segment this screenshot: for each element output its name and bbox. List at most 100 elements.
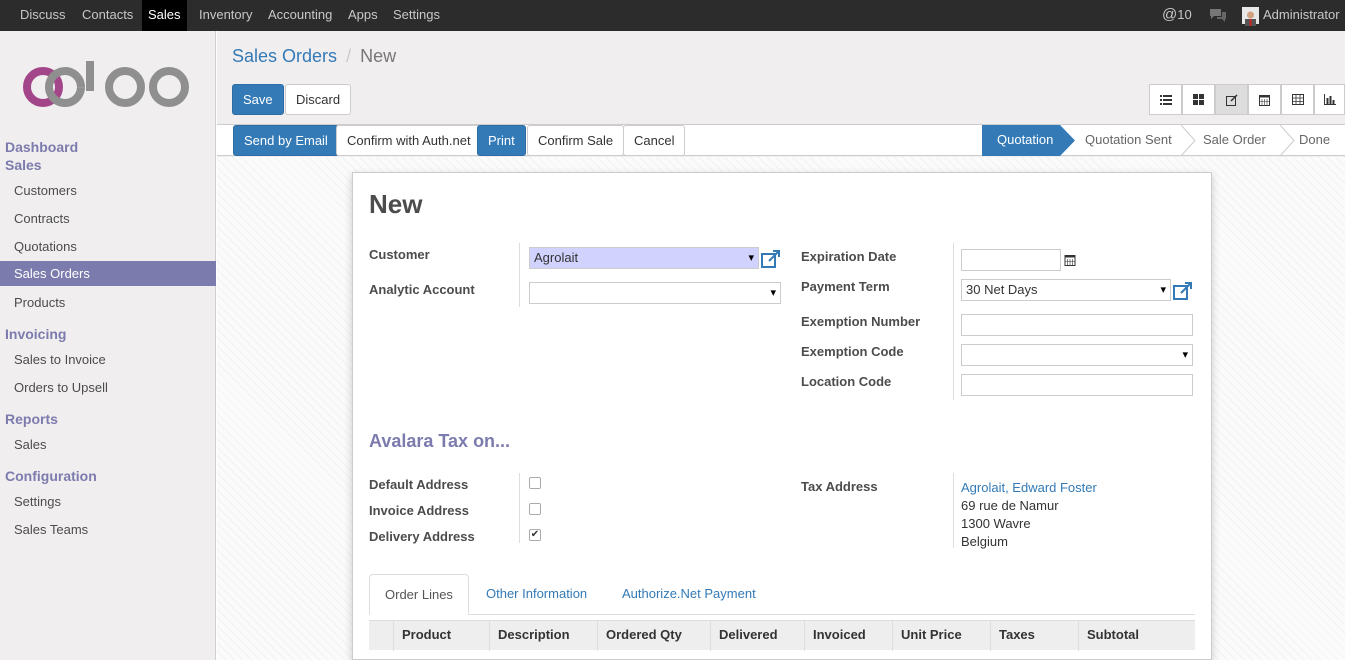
column-description[interactable]: Description xyxy=(489,621,570,651)
breadcrumb-sales-orders[interactable]: Sales Orders xyxy=(232,46,337,66)
stage-quotation[interactable]: Quotation xyxy=(997,125,1053,156)
delivery-address-checkbox[interactable]: ✔ xyxy=(529,529,541,541)
exemption-number-input[interactable] xyxy=(961,314,1193,336)
expiration-date-input[interactable] xyxy=(961,249,1061,271)
send-by-email-button[interactable]: Send by Email xyxy=(233,125,339,156)
invoice-address-checkbox[interactable] xyxy=(529,503,541,515)
column-subtotal[interactable]: Subtotal xyxy=(1078,621,1139,651)
list-view-button[interactable] xyxy=(1149,84,1182,115)
graph-view-button[interactable] xyxy=(1314,84,1345,115)
breadcrumb: Sales Orders / New xyxy=(232,46,396,67)
breadcrumb-separator: / xyxy=(346,46,352,66)
bar-chart-icon xyxy=(1323,94,1336,105)
customer-label: Customer xyxy=(369,247,430,262)
sidebar-item-reports-sales[interactable]: Sales xyxy=(0,432,216,457)
user-menu[interactable]: Administrator xyxy=(1242,0,1340,31)
menu-contacts[interactable]: Contacts xyxy=(76,0,139,31)
menu-inventory[interactable]: Inventory xyxy=(193,0,258,31)
form-tabs: Order Lines Other Information Authorize.… xyxy=(369,574,1195,615)
confirm-auth-net-button[interactable]: Confirm with Auth.net xyxy=(336,125,482,156)
section-title: Avalara Tax on... xyxy=(369,431,511,451)
divider xyxy=(519,473,520,543)
sidebar-item-sales-teams[interactable]: Sales Teams xyxy=(0,517,216,542)
analytic-account-select[interactable] xyxy=(529,282,781,304)
sidebar-heading-dashboard[interactable]: Dashboard xyxy=(5,139,78,155)
divider xyxy=(953,243,954,400)
delivery-address-label: Delivery Address xyxy=(369,529,475,544)
discard-button[interactable]: Discard xyxy=(285,84,352,115)
analytic-account-label: Analytic Account xyxy=(369,282,475,297)
location-code-label: Location Code xyxy=(801,374,892,389)
mentions-indicator[interactable]: @10 xyxy=(1162,0,1192,31)
sidebar-item-quotations[interactable]: Quotations xyxy=(0,234,216,259)
external-link-icon[interactable] xyxy=(1173,281,1193,301)
stage-done[interactable]: Done xyxy=(1299,125,1330,156)
menu-discuss[interactable]: Discuss xyxy=(14,0,72,31)
divider xyxy=(953,473,954,548)
tab-order-lines[interactable]: Order Lines xyxy=(369,574,469,615)
tax-address-link[interactable]: Agrolait, Edward Foster xyxy=(961,480,1097,495)
sidebar-heading-configuration: Configuration xyxy=(5,468,97,484)
tax-address-label: Tax Address xyxy=(801,479,878,494)
menu-settings[interactable]: Settings xyxy=(387,0,446,31)
pivot-view-button[interactable] xyxy=(1281,84,1314,115)
stage-quotation-sent[interactable]: Quotation Sent xyxy=(1085,125,1172,156)
tax-address-country: Belgium xyxy=(961,534,1008,549)
exemption-code-select[interactable] xyxy=(961,344,1193,366)
sidebar-item-sales-orders[interactable]: Sales Orders xyxy=(0,261,216,286)
kanban-view-button[interactable] xyxy=(1182,84,1215,115)
expiration-date-label: Expiration Date xyxy=(801,249,897,264)
list-icon xyxy=(1159,94,1172,105)
user-name: Administrator xyxy=(1263,7,1340,22)
external-link-icon[interactable] xyxy=(761,249,781,269)
payment-term-label: Payment Term xyxy=(801,279,890,294)
avatar xyxy=(1242,7,1259,27)
default-address-checkbox[interactable] xyxy=(529,477,541,489)
save-button[interactable]: Save xyxy=(232,84,284,115)
sidebar-heading-sales: Sales xyxy=(5,157,42,173)
tab-authorize-net-payment[interactable]: Authorize.Net Payment xyxy=(607,574,771,615)
calendar-icon xyxy=(1259,94,1270,106)
breadcrumb-current: New xyxy=(360,46,397,66)
tax-address-city: 1300 Wavre xyxy=(961,516,1031,531)
form-statusbar: Send by Email Confirm with Auth.net Prin… xyxy=(217,124,1345,156)
sidebar-item-settings[interactable]: Settings xyxy=(0,489,216,514)
calendar-view-button[interactable] xyxy=(1248,84,1281,115)
cancel-button[interactable]: Cancel xyxy=(623,125,686,156)
column-unit-price[interactable]: Unit Price xyxy=(892,621,962,651)
customer-select[interactable]: Agrolait xyxy=(529,247,759,269)
sidebar-item-sales-to-invoice[interactable]: Sales to Invoice xyxy=(0,347,216,372)
exemption-code-label: Exemption Code xyxy=(801,344,904,359)
record-title: New xyxy=(369,189,423,219)
form-view-button[interactable] xyxy=(1215,84,1248,115)
chat-icon[interactable] xyxy=(1209,0,1227,31)
exemption-number-label: Exemption Number xyxy=(801,314,921,329)
sidebar-item-orders-to-upsell[interactable]: Orders to Upsell xyxy=(0,375,216,400)
sidebar-item-customers[interactable]: Customers xyxy=(0,178,216,203)
menu-accounting[interactable]: Accounting xyxy=(262,0,338,31)
column-taxes[interactable]: Taxes xyxy=(990,621,1035,651)
confirm-sale-button[interactable]: Confirm Sale xyxy=(527,125,625,156)
column-invoiced[interactable]: Invoiced xyxy=(804,621,866,651)
tab-other-information[interactable]: Other Information xyxy=(471,574,602,615)
column-product[interactable]: Product xyxy=(393,621,451,651)
column-delivered[interactable]: Delivered xyxy=(710,621,778,651)
divider xyxy=(519,243,520,307)
invoice-address-label: Invoice Address xyxy=(369,503,469,518)
payment-term-select[interactable]: 30 Net Days xyxy=(961,279,1171,301)
order-lines-table-header: Product Description Ordered Qty Delivere… xyxy=(369,620,1195,651)
table-icon xyxy=(1291,94,1304,105)
odoo-logo[interactable] xyxy=(20,61,195,113)
messages-count: 10 xyxy=(1177,7,1192,22)
sidebar-item-contracts[interactable]: Contracts xyxy=(0,206,216,231)
menu-apps[interactable]: Apps xyxy=(342,0,384,31)
column-ordered-qty[interactable]: Ordered Qty xyxy=(597,621,682,651)
sidebar-item-products[interactable]: Products xyxy=(0,290,216,315)
menu-sales[interactable]: Sales xyxy=(142,0,187,31)
edit-icon xyxy=(1225,93,1238,106)
location-code-input[interactable] xyxy=(961,374,1193,396)
print-button[interactable]: Print xyxy=(477,125,526,156)
top-navbar: Discuss Contacts Sales Inventory Account… xyxy=(0,0,1345,31)
calendar-icon[interactable] xyxy=(1064,254,1076,266)
stage-sale-order[interactable]: Sale Order xyxy=(1203,125,1266,156)
